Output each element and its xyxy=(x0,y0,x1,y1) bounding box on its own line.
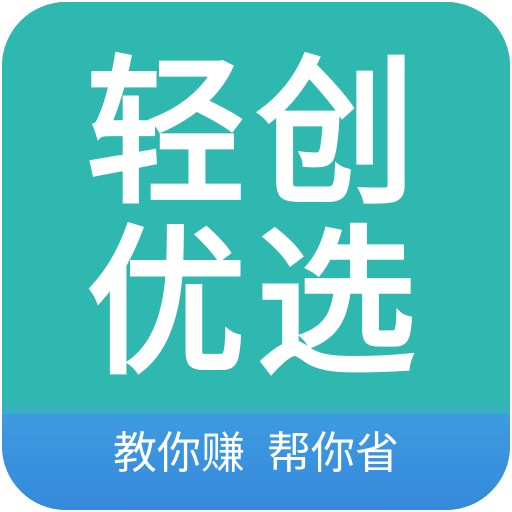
tagline: 教你赚 帮你省 xyxy=(2,426,510,482)
canvas: 轻创 优选 教你赚 帮你省 xyxy=(0,0,512,512)
title-line-2: 优选 xyxy=(85,210,426,397)
app-icon[interactable]: 轻创 优选 教你赚 帮你省 xyxy=(2,2,510,510)
title-line-1: 轻创 xyxy=(85,40,426,227)
tagline-right: 帮你省 xyxy=(267,428,399,479)
tagline-left: 教你赚 xyxy=(113,428,245,479)
